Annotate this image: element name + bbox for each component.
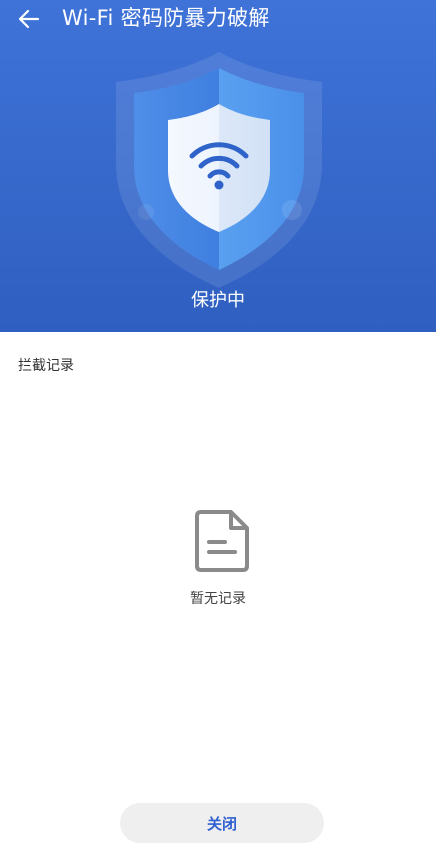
protection-header: Wi-Fi 密码防暴力破解 保护中	[0, 0, 436, 332]
section-title: 拦截记录	[18, 358, 74, 374]
empty-state-text: 暂无记录	[190, 591, 246, 607]
wifi-shield-icon	[112, 52, 326, 288]
close-button[interactable]: 关闭	[120, 803, 324, 843]
back-button[interactable]	[14, 4, 44, 34]
arrow-left-icon	[18, 9, 40, 29]
page-title: Wi-Fi 密码防暴力破解	[62, 6, 270, 30]
document-icon	[193, 508, 251, 574]
protection-status: 保护中	[191, 290, 245, 311]
top-bar: Wi-Fi 密码防暴力破解	[0, 0, 436, 40]
